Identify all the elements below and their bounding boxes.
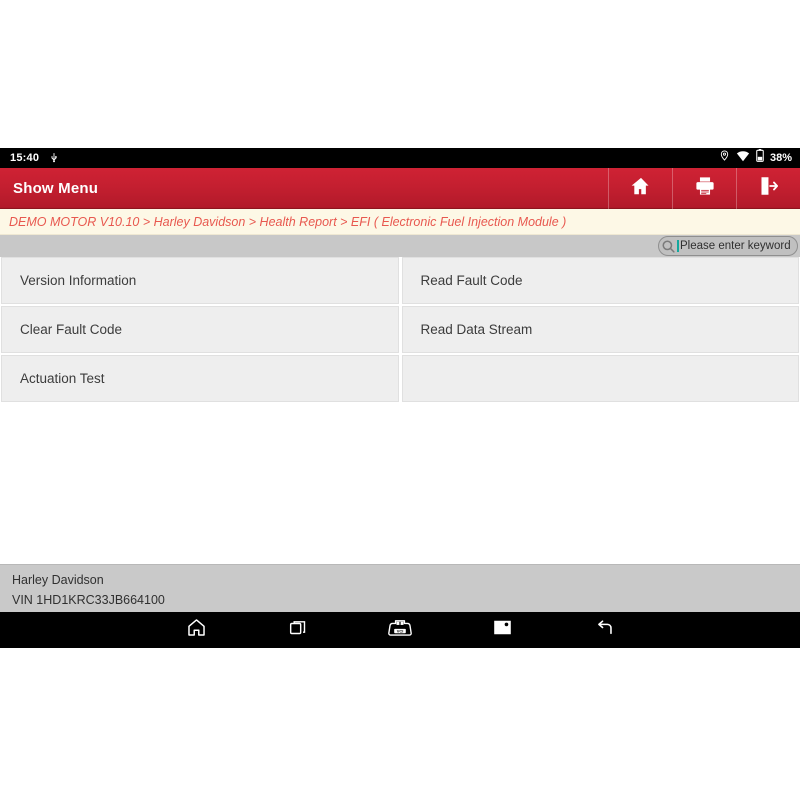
vci-connector-icon: VCI — [387, 618, 413, 643]
recents-icon — [288, 618, 308, 643]
printer-icon — [694, 175, 716, 202]
breadcrumb: DEMO MOTOR V10.10 > Harley Davidson > He… — [0, 209, 800, 235]
search-placeholder: Please enter keyword — [680, 240, 791, 252]
menu-item-read-fault-code[interactable]: Read Fault Code — [401, 257, 799, 304]
wifi-icon — [736, 149, 750, 167]
status-bar: 15:40 38% — [0, 148, 800, 168]
menu-item-empty — [401, 355, 799, 402]
location-pin-icon — [719, 149, 730, 167]
nav-back-button[interactable] — [588, 615, 620, 645]
vehicle-make: Harley Davidson — [12, 573, 104, 587]
menu-row: Actuation Test — [0, 355, 800, 404]
android-nav-bar: VCI — [0, 612, 800, 648]
vehicle-vin: VIN 1HD1KRC33JB664100 — [12, 593, 165, 607]
search-icon — [660, 238, 677, 255]
menu-item-version-information[interactable]: Version Information — [1, 257, 399, 304]
exit-icon — [758, 175, 780, 202]
vehicle-info-bar: Harley Davidson VIN 1HD1KRC33JB664100 — [0, 564, 800, 612]
menu-row: Version Information Read Fault Code — [0, 257, 800, 306]
home-icon — [186, 617, 207, 643]
device-screen: 15:40 38% Show Menu DEMO MOTOR V10.10 > … — [0, 148, 800, 648]
print-button[interactable] — [672, 168, 736, 209]
search-bar-strip: Please enter keyword — [0, 235, 800, 257]
menu-grid: Version Information Read Fault Code Clea… — [0, 257, 800, 404]
nav-home-button[interactable] — [180, 615, 212, 645]
svg-text:VCI: VCI — [397, 628, 404, 633]
image-icon — [492, 618, 513, 642]
page-title: Show Menu — [13, 180, 99, 197]
search-input[interactable]: Please enter keyword — [658, 236, 798, 256]
menu-item-clear-fault-code[interactable]: Clear Fault Code — [1, 306, 399, 353]
nav-vci-button[interactable]: VCI — [384, 615, 416, 645]
breadcrumb-text: DEMO MOTOR V10.10 > Harley Davidson > He… — [9, 214, 567, 229]
status-icons: 38% — [719, 148, 792, 168]
battery-percent: 38% — [769, 152, 792, 164]
usb-debug-icon — [48, 152, 60, 164]
home-icon — [630, 175, 652, 202]
nav-recents-button[interactable] — [282, 615, 314, 645]
text-caret — [677, 240, 679, 252]
nav-screenshot-button[interactable] — [486, 615, 518, 645]
status-clock: 15:40 — [10, 152, 40, 164]
menu-item-actuation-test[interactable]: Actuation Test — [1, 355, 399, 402]
back-arrow-icon — [594, 617, 615, 643]
battery-icon — [756, 149, 764, 167]
header-actions — [608, 168, 800, 209]
menu-item-read-data-stream[interactable]: Read Data Stream — [401, 306, 799, 353]
menu-row: Clear Fault Code Read Data Stream — [0, 306, 800, 355]
exit-button[interactable] — [736, 168, 800, 209]
app-header-bar: Show Menu — [0, 168, 800, 209]
home-button[interactable] — [608, 168, 672, 209]
